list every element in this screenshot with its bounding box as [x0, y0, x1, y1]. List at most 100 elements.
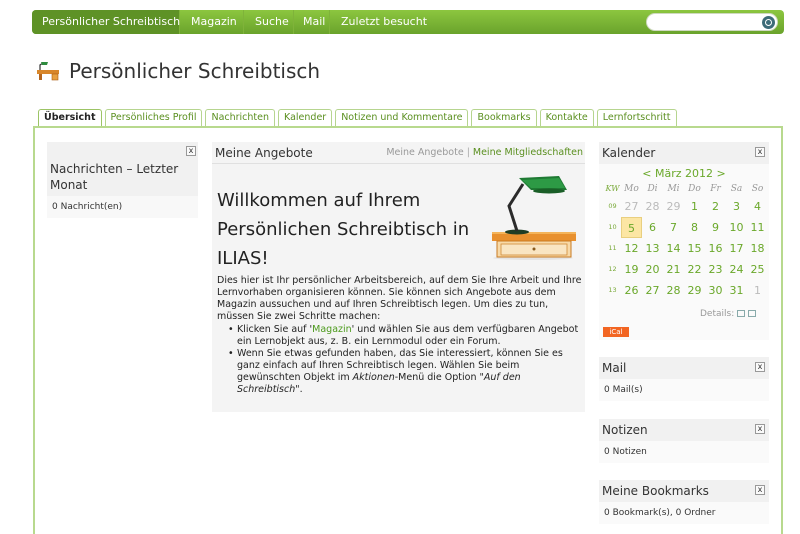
calendar-day[interactable]: 3	[726, 196, 747, 217]
step-2: Wenn Sie etwas gefunden haben, das Sie i…	[217, 348, 583, 396]
calendar-day[interactable]: 21	[663, 259, 684, 280]
tab-personal-profile[interactable]: Persönliches Profil	[104, 109, 203, 127]
menu-item-recently-visited[interactable]: Zuletzt besucht	[330, 10, 430, 34]
menu-item-mail[interactable]: Mail	[294, 10, 330, 34]
calendar-weekday-label: Fr	[710, 184, 721, 194]
calendar-week-header: KW	[605, 184, 620, 193]
calendar-list-icon[interactable]	[748, 310, 757, 317]
calendar-day[interactable]: 9	[705, 217, 726, 238]
tab-messages[interactable]: Nachrichten	[205, 109, 276, 127]
calendar-day[interactable]: 18	[747, 238, 768, 259]
calendar-day[interactable]: 23	[705, 259, 726, 280]
step-2-text-b: -Menü die Option "	[394, 372, 484, 383]
tab-notes-comments[interactable]: Notizen und Kommentare	[335, 109, 469, 127]
mail-count: 0 Mail(s)	[599, 379, 769, 401]
bookmarks-title: Meine Bookmarks	[602, 484, 709, 498]
calendar-day[interactable]: 29	[684, 280, 705, 301]
repository-link[interactable]: Magazin	[312, 324, 352, 335]
tab-bookmarks[interactable]: Bookmarks	[471, 109, 537, 127]
calendar-day[interactable]: 4	[747, 196, 768, 217]
calendar-weekday-label: Do	[688, 184, 701, 194]
step-2-text-c: ".	[295, 384, 303, 395]
calendar-day[interactable]: 24	[726, 259, 747, 280]
messages-block-header: Nachrichten – Letzter Monat x	[47, 142, 198, 196]
calendar-day[interactable]: 25	[747, 259, 768, 280]
calendar-week-number[interactable]: 11	[604, 238, 621, 259]
notes-title: Notizen	[602, 423, 648, 437]
tab-calendar[interactable]: Kalender	[278, 109, 333, 127]
messages-count: 0 Nachricht(en)	[47, 196, 198, 218]
calendar-day[interactable]: 22	[684, 259, 705, 280]
calendar-month-nav[interactable]: < März 2012 >	[599, 167, 769, 180]
calendar-weekday-label: Mi	[667, 184, 680, 194]
calendar-day[interactable]: 6	[642, 217, 663, 238]
link-my-offers[interactable]: Meine Angebote	[386, 147, 463, 158]
close-icon[interactable]: x	[186, 146, 196, 156]
tab-learning-progress[interactable]: Lernfortschritt	[596, 109, 677, 127]
calendar-day-today[interactable]: 5	[621, 217, 642, 238]
calendar-day[interactable]: 27	[621, 196, 642, 217]
calendar-week-number[interactable]: 13	[604, 280, 621, 301]
calendar-day[interactable]: 28	[663, 280, 684, 301]
tab-contacts[interactable]: Kontakte	[539, 109, 594, 127]
my-offers-header: Meine Angebote Meine Angebote | Meine Mitg…	[212, 142, 585, 164]
calendar-weekday-header: KW Mo Di Mi Do Fr Sa So	[604, 182, 768, 196]
calendar-day[interactable]: 7	[663, 217, 684, 238]
calendar-day[interactable]: 2	[705, 196, 726, 217]
notes-header: Notizen x	[599, 419, 769, 441]
calendar-day[interactable]: 27	[642, 280, 663, 301]
calendar-day[interactable]: 10	[726, 217, 747, 238]
calendar-day[interactable]: 20	[642, 259, 663, 280]
calendar-view-icon[interactable]	[737, 310, 746, 317]
calendar-details: Details:	[700, 309, 757, 319]
close-icon[interactable]: x	[755, 485, 765, 495]
tab-overview[interactable]: Übersicht	[38, 109, 102, 127]
calendar-day[interactable]: 15	[684, 238, 705, 259]
calendar-day[interactable]: 17	[726, 238, 747, 259]
calendar-day[interactable]: 30	[705, 280, 726, 301]
bookmarks-count: 0 Bookmark(s), 0 Ordner	[599, 502, 769, 524]
link-my-memberships[interactable]: Meine Mitgliedschaften	[473, 147, 583, 158]
calendar-week-number[interactable]: 10	[604, 217, 621, 238]
calendar-weekday-label: Sa	[730, 184, 743, 194]
calendar-weekday-label: So	[751, 184, 764, 194]
calendar-day[interactable]: 16	[705, 238, 726, 259]
calendar-day[interactable]: 28	[642, 196, 663, 217]
calendar-day[interactable]: 11	[747, 217, 768, 238]
calendar-day[interactable]: 26	[621, 280, 642, 301]
step-1-text-a: Klicken Sie auf '	[237, 324, 313, 335]
close-icon[interactable]: x	[755, 424, 765, 434]
calendar-day[interactable]: 13	[642, 238, 663, 259]
calendar-weekday-label: Mo	[624, 184, 639, 194]
calendar-week-row: 09 27 28 29 1 2 3 4	[604, 196, 768, 217]
magnifier-icon[interactable]	[762, 16, 775, 29]
intro-text-block: Dies hier ist Ihr persönlicher Arbeitsbe…	[217, 275, 583, 396]
main-menu-bar: Persönlicher Schreibtisch Magazin Suche …	[32, 10, 784, 34]
calendar-day[interactable]: 29	[663, 196, 684, 217]
calendar-day[interactable]: 1	[684, 196, 705, 217]
calendar-week-row: 11 12 13 14 15 16 17 18	[604, 238, 768, 259]
close-icon[interactable]: x	[755, 362, 765, 372]
calendar-day[interactable]: 14	[663, 238, 684, 259]
mail-header: Mail x	[599, 357, 769, 379]
calendar-title: Kalender	[602, 146, 656, 160]
calendar-day[interactable]: 31	[726, 280, 747, 301]
calendar-day[interactable]: 8	[684, 217, 705, 238]
calendar-day[interactable]: 12	[621, 238, 642, 259]
menu-item-personal-desktop[interactable]: Persönlicher Schreibtisch	[32, 10, 180, 34]
calendar-day[interactable]: 19	[621, 259, 642, 280]
mail-block: Mail x 0 Mail(s)	[599, 357, 769, 401]
close-icon[interactable]: x	[755, 147, 765, 157]
actions-menu-name: Aktionen	[352, 372, 395, 383]
search-input[interactable]	[646, 13, 778, 31]
menu-item-search[interactable]: Suche	[244, 10, 294, 34]
calendar-week-number[interactable]: 12	[604, 259, 621, 280]
separator: |	[466, 147, 470, 158]
ical-badge[interactable]: iCal	[603, 327, 629, 337]
calendar-day[interactable]: 1	[747, 280, 768, 301]
menu-item-repository[interactable]: Magazin	[180, 10, 244, 34]
details-label: Details:	[700, 309, 735, 319]
welcome-heading: Willkommen auf Ihrem Persönlichen Schrei…	[217, 190, 470, 269]
calendar-week-number[interactable]: 09	[604, 196, 621, 217]
calendar-block-header-wrap: Kalender x	[599, 142, 769, 164]
